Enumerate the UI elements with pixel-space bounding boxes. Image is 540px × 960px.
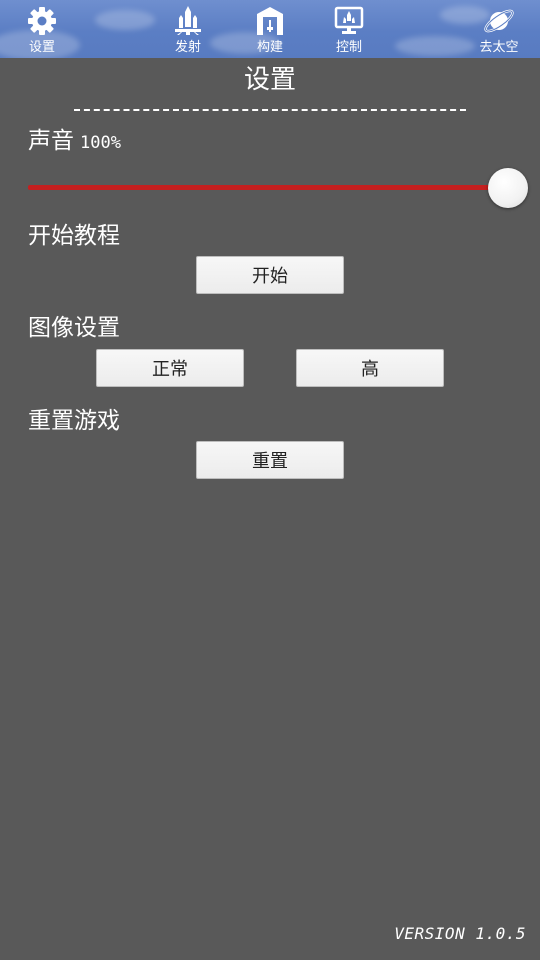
version-text: VERSION 1.0.5	[394, 924, 526, 943]
volume-slider-thumb[interactable]	[488, 168, 528, 208]
nav-space[interactable]: 去太空	[472, 0, 526, 58]
hangar-icon	[253, 4, 287, 38]
title-divider	[74, 109, 466, 111]
nav-label: 设置	[28, 40, 55, 55]
page-title: 设置	[243, 65, 296, 95]
sound-section: 声音 100%	[28, 126, 121, 158]
rocket-icon	[171, 4, 205, 38]
nav-launch[interactable]: 发射	[166, 0, 210, 58]
nav-label: 构建	[256, 40, 283, 55]
reset-game-button[interactable]: 重置	[196, 441, 344, 479]
planet-icon	[482, 4, 516, 38]
gear-icon	[25, 4, 59, 38]
monitor-icon	[332, 4, 366, 38]
graphics-label: 图像设置	[28, 315, 120, 341]
volume-slider[interactable]	[28, 168, 528, 208]
nav-label: 控制	[335, 40, 362, 55]
nav-label: 去太空	[479, 40, 519, 55]
volume-slider-track	[28, 185, 508, 190]
graphics-high-button[interactable]: 高	[296, 349, 444, 387]
nav-label: 发射	[174, 40, 201, 55]
tutorial-label: 开始教程	[28, 223, 120, 249]
nav-build[interactable]: 构建	[248, 0, 292, 58]
sound-label: 声音	[28, 128, 74, 154]
start-tutorial-button[interactable]: 开始	[196, 256, 344, 294]
top-nav-bar: 设置 发射 构建 控制 去太空	[0, 0, 540, 58]
volume-value: 100%	[80, 133, 121, 153]
nav-settings[interactable]: 设置	[20, 0, 64, 58]
reset-label: 重置游戏	[28, 408, 120, 434]
nav-control[interactable]: 控制	[327, 0, 371, 58]
graphics-normal-button[interactable]: 正常	[96, 349, 244, 387]
